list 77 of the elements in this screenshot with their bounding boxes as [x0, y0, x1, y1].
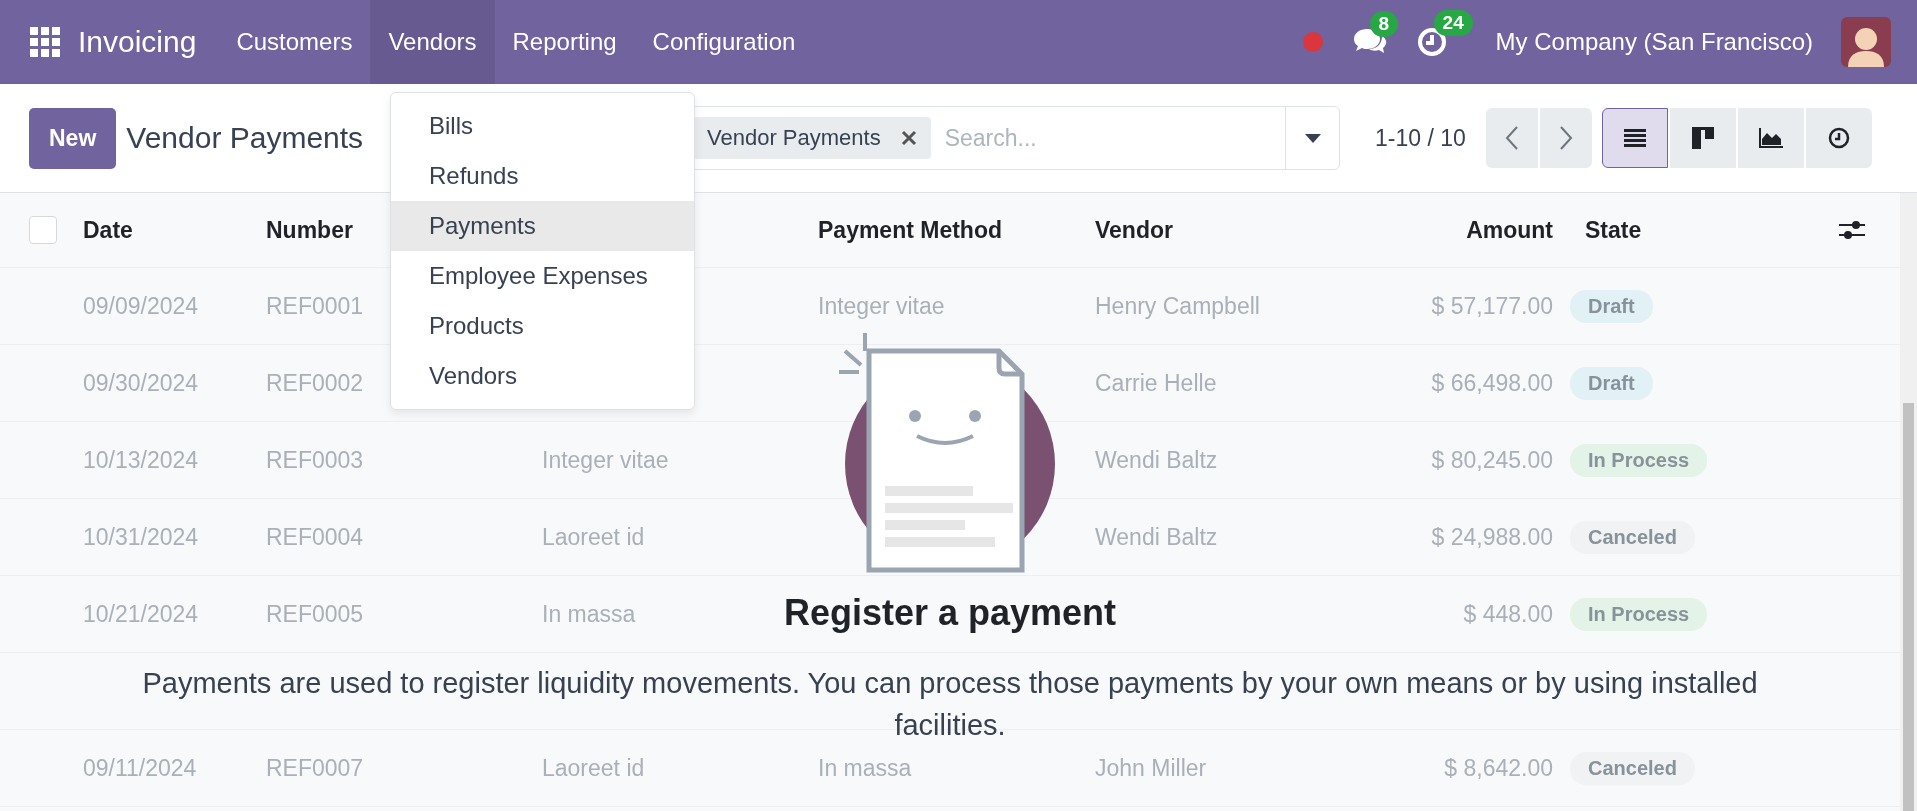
table-cell: Laoreet id — [542, 523, 645, 551]
table-cell: 10/13/2024 — [83, 446, 199, 474]
menu-item[interactable]: Configuration — [634, 0, 814, 84]
app-name[interactable]: Invoicing — [78, 25, 197, 59]
table-cell: Integer vitae — [542, 446, 669, 474]
status-tag: Draft — [1570, 289, 1653, 323]
pager-value[interactable]: 1-10 / 10 — [1375, 124, 1466, 152]
avatar-icon[interactable] — [1841, 17, 1891, 67]
column-header[interactable]: Amount — [1466, 216, 1553, 244]
close-icon[interactable] — [900, 130, 917, 146]
table-cell: $ 24,988.00 — [1431, 523, 1553, 551]
table-cell: 09/11/2024 — [83, 754, 197, 782]
table-cell: 09/30/2024 — [83, 369, 199, 397]
table-cell: 10/31/2024 — [83, 523, 199, 551]
table-cell: REF0004 — [266, 523, 364, 551]
message-count-badge: 8 — [1369, 11, 1399, 37]
table-cell: 09/09/2024 — [83, 292, 199, 320]
table-cell: Laoreet id — [542, 754, 645, 782]
column-header[interactable]: Number — [266, 216, 353, 244]
caret-icon — [1304, 133, 1321, 143]
status-tag: Canceled — [1570, 751, 1695, 785]
table-cell: $ 448.00 — [1463, 600, 1553, 628]
new-button[interactable]: New — [29, 107, 117, 169]
table-cell: Wendi Baltz — [1095, 446, 1218, 474]
view-switch-button[interactable] — [1737, 108, 1804, 168]
area-chart-icon — [1758, 128, 1783, 148]
table-cell: Carrie Helle — [1095, 369, 1217, 397]
table-cell: REF0002 — [266, 369, 364, 397]
column-header[interactable]: State — [1568, 216, 1642, 244]
table-cell: REF0005 — [266, 600, 364, 628]
search-facet[interactable]: Vendor Payments — [693, 117, 931, 159]
table-cell: Wendi Baltz — [1095, 523, 1218, 551]
menu-item[interactable]: Vendors — [370, 0, 495, 84]
table-cell: John Miller — [1095, 754, 1207, 782]
clock-icon — [1827, 127, 1850, 149]
apps-menu-icon[interactable] — [30, 27, 60, 57]
view-switch-button[interactable] — [1669, 108, 1736, 168]
column-header[interactable]: Payment Method — [818, 216, 1003, 244]
chevron-left-icon — [1504, 125, 1519, 151]
select-all-checkbox[interactable] — [29, 216, 57, 244]
scrollbar-thumb[interactable] — [1903, 403, 1914, 811]
view-switch-button[interactable] — [1601, 108, 1668, 168]
table-cell: Integer vitae — [818, 292, 945, 320]
kanban-view-icon — [1691, 127, 1714, 149]
table-cell: REF0003 — [266, 446, 364, 474]
menu-item[interactable]: Reporting — [494, 0, 635, 84]
page-title: Vendor Payments — [126, 121, 364, 155]
table-cell: $ 80,245.00 — [1431, 446, 1553, 474]
column-header[interactable]: Date — [83, 216, 133, 244]
status-tag: Draft — [1570, 366, 1653, 400]
sliders-icon[interactable] — [1838, 219, 1865, 241]
table-cell: $ 57,177.00 — [1431, 292, 1553, 320]
table-cell: 10/21/2024 — [83, 600, 199, 628]
table-cell: $ 8,642.00 — [1444, 754, 1553, 782]
table-cell: $ 66,498.00 — [1431, 369, 1553, 397]
dropdown-item[interactable]: Vendors — [391, 351, 694, 401]
status-tag: In Process — [1570, 597, 1708, 631]
status-dot-icon — [1301, 31, 1324, 53]
dropdown-item[interactable]: Payments — [391, 201, 694, 251]
activity-count-badge: 24 — [1433, 10, 1473, 36]
table-cell: In massa — [818, 754, 912, 782]
status-tag: Canceled — [1570, 520, 1695, 554]
list-view-icon — [1623, 128, 1646, 148]
column-header[interactable]: Vendor — [1095, 216, 1173, 244]
company-switcher[interactable]: My Company (San Francisco) — [1495, 28, 1813, 56]
chevron-right-icon — [1558, 125, 1573, 151]
empty-state-title: Register a payment — [783, 592, 1117, 634]
table-cell: REF0001 — [266, 292, 364, 320]
table-cell: REF0007 — [266, 754, 364, 782]
view-switch-button[interactable] — [1805, 108, 1872, 168]
status-tag: In Process — [1570, 443, 1708, 477]
menu-item[interactable]: Customers — [218, 0, 371, 84]
dropdown-item[interactable]: Employee Expenses — [391, 251, 694, 301]
dropdown-item[interactable]: Products — [391, 301, 694, 351]
empty-state-description: Payments are used to register liquidity movements. You can process those payments by your own means or by using installed facilities. — [141, 666, 1759, 743]
table-cell: Henry Campbell — [1095, 292, 1260, 320]
table-cell: In massa — [542, 600, 636, 628]
